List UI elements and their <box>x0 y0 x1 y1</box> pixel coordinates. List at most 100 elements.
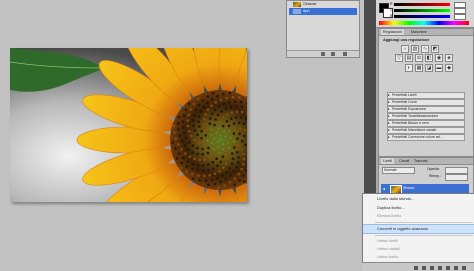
preset-item[interactable]: ▸Predefiniti Curve <box>387 99 465 106</box>
slider-label-b: B <box>390 14 392 18</box>
sunflower-seed <box>233 122 236 125</box>
invert-icon[interactable]: ◐ <box>405 64 413 72</box>
sunflower-seed <box>214 109 217 112</box>
history-row-snapshot[interactable]: Girasole <box>289 1 357 8</box>
tab-channels[interactable]: Canali <box>397 158 411 164</box>
history-row-open[interactable]: Apri <box>289 8 357 15</box>
sunflower-seed <box>228 147 230 149</box>
sunflower-seed <box>192 151 195 154</box>
sunflower-seed <box>207 140 209 142</box>
fill-field[interactable] <box>445 174 468 181</box>
fill-label: Riemp.: <box>429 174 441 179</box>
sunflower-seed <box>230 137 232 139</box>
sunflower-seed <box>222 125 225 128</box>
gradient-map-icon[interactable]: ▬ <box>435 64 443 72</box>
adjustment-layer-icon[interactable] <box>438 266 442 270</box>
color-balance-icon[interactable]: ⚖ <box>415 54 423 62</box>
new-document-icon[interactable] <box>321 52 325 56</box>
sunflower-seed <box>235 166 238 169</box>
posterize-icon[interactable]: ▦ <box>415 64 423 72</box>
menu-item-flatten-image[interactable]: Unico livello <box>363 253 474 261</box>
link-icon[interactable] <box>414 266 418 270</box>
sunflower-seed <box>222 116 225 119</box>
blue-slider[interactable] <box>394 15 450 18</box>
hue-saturation-icon[interactable]: ▤ <box>405 54 413 62</box>
sunflower-seed <box>204 113 207 116</box>
green-slider[interactable] <box>394 9 450 12</box>
menu-separator <box>375 222 473 223</box>
preset-item[interactable]: ▸Predefiniti Correzione colore sel... <box>387 134 465 141</box>
sunflower-seed <box>242 174 245 177</box>
blend-mode-select[interactable]: Normale <box>382 167 415 174</box>
selective-color-icon[interactable]: ◆ <box>445 64 453 72</box>
sunflower-seed <box>217 146 219 148</box>
channel-mixer-icon[interactable]: ◈ <box>445 54 453 62</box>
sunflower-seed <box>227 142 229 144</box>
sunflower-seed <box>179 134 182 137</box>
menu-item-merge-layers[interactable]: Unisci livelli <box>363 237 474 245</box>
sunflower-seed <box>241 148 244 151</box>
tab-paths[interactable]: Tracciati <box>412 158 429 164</box>
sunflower-seed <box>185 137 188 140</box>
menu-item-delete-layer[interactable]: Elimina livello <box>363 212 474 220</box>
color-spectrum-bar[interactable] <box>379 21 469 25</box>
curves-icon[interactable]: ∿ <box>421 45 429 53</box>
mask-icon[interactable] <box>430 266 434 270</box>
brightness-contrast-icon[interactable]: ☼ <box>401 45 409 53</box>
preset-item[interactable]: ▸Predefiniti Esposizione <box>387 106 465 113</box>
sunflower-seed <box>198 125 201 128</box>
sunflower-seed <box>240 168 243 171</box>
photo-filter-icon[interactable]: ◉ <box>435 54 443 62</box>
menu-item-convert-smart-object[interactable]: Converti in oggetto avanzato <box>363 224 474 234</box>
opacity-field[interactable] <box>445 167 468 174</box>
sunflower-seed <box>213 153 216 156</box>
sunflower-seed <box>216 164 219 167</box>
folder-icon[interactable] <box>446 266 450 270</box>
color-panel: R G B <box>376 0 474 28</box>
menu-separator <box>375 235 473 236</box>
menu-item-merge-visible[interactable]: Unisci visibili <box>363 245 474 253</box>
vibrance-icon[interactable]: ▽ <box>395 54 403 62</box>
document-canvas[interactable] <box>10 48 247 202</box>
sunflower-seed <box>195 109 198 112</box>
sunflower-seed <box>188 114 191 117</box>
levels-icon[interactable]: ▥ <box>411 45 419 53</box>
red-slider[interactable] <box>394 3 450 6</box>
threshold-icon[interactable]: ◪ <box>425 64 433 72</box>
black-white-icon[interactable]: ◧ <box>425 54 433 62</box>
exposure-icon[interactable]: ◩ <box>431 45 439 53</box>
camera-icon[interactable] <box>331 52 335 56</box>
new-layer-icon[interactable] <box>454 266 458 270</box>
sunflower-seed <box>209 174 212 177</box>
sunflower-seed <box>244 144 247 147</box>
preset-item[interactable]: ▸Predefiniti Bianco e nero <box>387 120 465 127</box>
preset-item[interactable]: ▸Predefiniti Tonalità/saturazione <box>387 113 465 120</box>
sunflower-seed <box>237 161 240 164</box>
sunflower-seed <box>218 170 221 173</box>
sunflower-seed <box>196 147 199 150</box>
trash-icon[interactable] <box>343 52 347 56</box>
sunflower-seed <box>194 129 197 132</box>
sunflower-seed <box>177 128 180 131</box>
fx-icon[interactable] <box>422 266 426 270</box>
layer-row-background[interactable]: ● Sfondo <box>381 184 469 193</box>
tab-layers[interactable]: Livelli <box>381 158 394 164</box>
sunflower-seed <box>198 179 201 182</box>
tab-adjustments[interactable]: Regolazioni <box>381 29 404 35</box>
sunflower-seed <box>243 180 246 183</box>
menu-item-layer-from-background[interactable]: Livello dallo sfondo... <box>363 195 474 203</box>
sunflower-seed <box>193 158 196 161</box>
blue-value-field[interactable] <box>454 14 466 20</box>
sunflower-seed <box>213 124 216 127</box>
sunflower-seed <box>219 121 222 124</box>
eye-icon[interactable]: ● <box>383 186 388 191</box>
tab-masks[interactable]: Maschere <box>409 29 429 35</box>
preset-item[interactable]: ▸Predefiniti Livelli <box>387 92 465 99</box>
sunflower-seed <box>182 157 185 160</box>
trash-icon[interactable] <box>462 266 466 270</box>
snapshot-thumbnail <box>293 2 301 7</box>
sunflower-seed <box>233 183 236 186</box>
preset-item[interactable]: ▸Predefiniti Miscelatore canale <box>387 127 465 134</box>
menu-item-duplicate-layer[interactable]: Duplica livello... <box>363 204 474 212</box>
sunflower-seed <box>185 170 188 173</box>
